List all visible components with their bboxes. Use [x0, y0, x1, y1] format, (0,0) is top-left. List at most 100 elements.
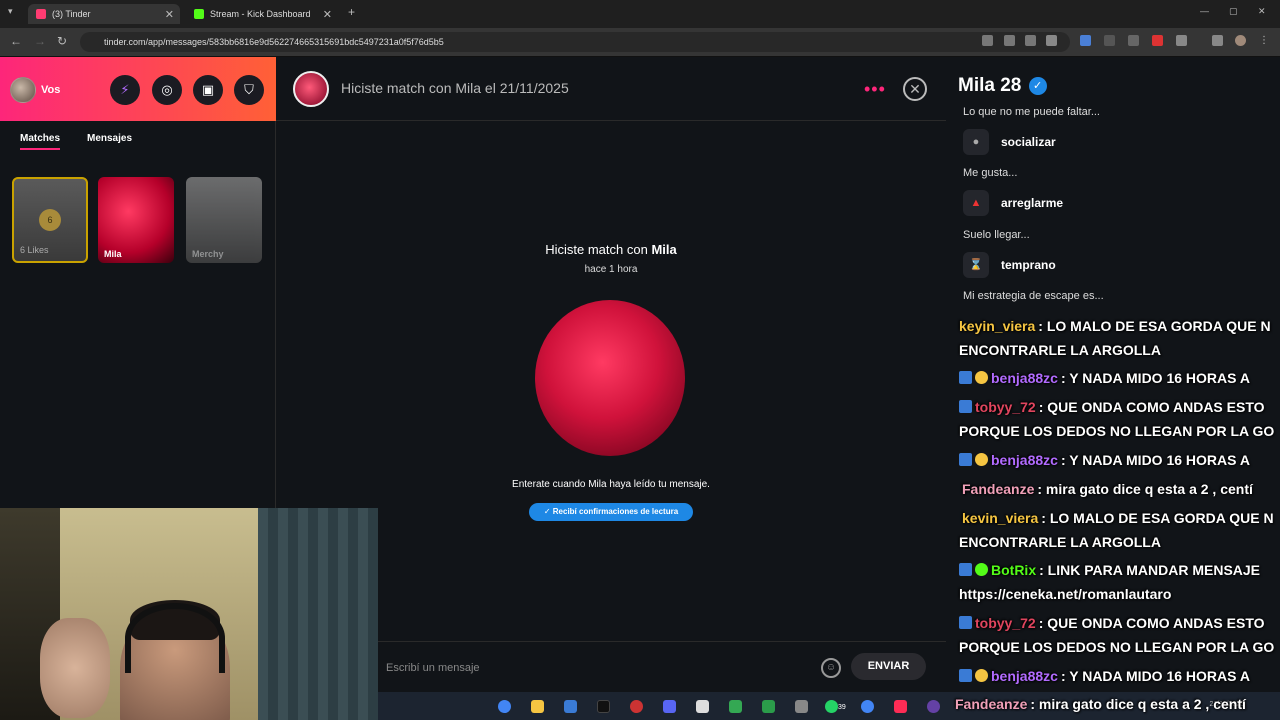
coin-badge-icon: [975, 453, 988, 466]
my-name[interactable]: Vos: [41, 84, 60, 96]
tiktok-studio-taskbar-icon[interactable]: [894, 700, 907, 713]
minimize-icon[interactable]: —: [1200, 6, 1209, 16]
chat-message: BotRix: LINK PARA MANDAR MENSAJE: [959, 562, 1260, 578]
chat-username: kevin_viera: [962, 510, 1039, 526]
screen: ▾ (3) Tinder ✕ Stream - Kick Dashboard ✕…: [0, 0, 1280, 720]
folder-taskbar-icon[interactable]: [531, 700, 544, 713]
app-taskbar-icon[interactable]: [795, 700, 808, 713]
media-icon[interactable]: [1212, 35, 1223, 46]
match-time: hace 1 hora: [584, 264, 638, 275]
extension-icon[interactable]: [1128, 35, 1139, 46]
more-options-icon[interactable]: •••: [864, 79, 886, 100]
close-tab-icon[interactable]: ✕: [165, 8, 174, 21]
puzzle-icon[interactable]: [1176, 35, 1187, 46]
forward-icon[interactable]: →: [34, 34, 46, 48]
back-icon[interactable]: ←: [10, 34, 22, 48]
tab-list-icon[interactable]: ▾: [8, 6, 13, 17]
chrome-taskbar-icon[interactable]: [861, 700, 874, 713]
location-icon[interactable]: [982, 35, 993, 46]
chat-text: PORQUE LOS DEDOS NO LLEGAN POR LA GO: [959, 423, 1275, 439]
app-taskbar-icon[interactable]: [927, 700, 940, 713]
match-title-name: Mila: [651, 242, 677, 257]
chat-message: kevin_viera: LO MALO DE ESA GORDA QUE N: [962, 510, 1274, 526]
webcam-overlay: [0, 508, 378, 720]
tab-matches[interactable]: Matches: [20, 133, 61, 150]
profile-section-label: Mi estrategia de escape es...: [963, 290, 1104, 302]
zoom-icon[interactable]: [1025, 35, 1036, 46]
chat-text: : Y NADA MIDO 16 HORAS A: [1060, 668, 1250, 684]
message-input[interactable]: [386, 657, 806, 679]
chat-text: : QUE ONDA COMO ANDAS ESTO: [1038, 615, 1265, 631]
read-receipt-button[interactable]: ✓ Recibí confirmaciones de lectura: [529, 503, 693, 521]
whatsapp-badge: 39: [838, 704, 846, 711]
match-photo[interactable]: [535, 300, 685, 456]
headset: [125, 603, 225, 673]
close-conversation-button[interactable]: ✕: [903, 77, 927, 101]
verified-badge-icon: ✓: [1028, 77, 1047, 95]
extension-icon[interactable]: [1104, 35, 1115, 46]
tab-mensajes[interactable]: Mensajes: [87, 133, 132, 144]
record-extension-icon[interactable]: [1152, 35, 1163, 46]
chat-text: https://ceneka.net/romanlautaro: [959, 586, 1172, 602]
read-receipt-text: Enterate cuando Mila haya leído tu mensa…: [512, 479, 710, 490]
my-avatar[interactable]: [10, 77, 36, 103]
hourglass-icon: ⌛: [963, 252, 989, 278]
shield-icon[interactable]: ⛉: [234, 75, 264, 105]
new-tab-button[interactable]: +: [348, 5, 355, 19]
explore-icon[interactable]: ◎: [152, 75, 182, 105]
chat-message: keyin_viera: LO MALO DE ESA GORDA QUE N: [959, 318, 1271, 334]
close-window-icon[interactable]: ✕: [1258, 6, 1266, 17]
chat-text: PORQUE LOS DEDOS NO LLEGAN POR LA GO: [959, 639, 1275, 655]
conversation-header: Hiciste match con Mila el 21/11/2025 •••…: [276, 57, 946, 121]
obs-taskbar-icon[interactable]: [630, 700, 643, 713]
whatsapp-taskbar-icon[interactable]: [825, 700, 838, 713]
coin-badge-icon: [975, 371, 988, 384]
close-tab-icon[interactable]: ✕: [323, 8, 332, 21]
send-button[interactable]: ENVIAR: [851, 653, 926, 680]
maximize-icon[interactable]: ▢: [1229, 6, 1238, 17]
chat-message: Fandeanze: mira gato dice q esta a 2 , c…: [962, 481, 1253, 497]
tiktok-taskbar-icon[interactable]: [597, 700, 610, 713]
streamer-hand: [40, 618, 110, 718]
app-taskbar-icon[interactable]: [696, 700, 709, 713]
emoji-icon[interactable]: ☺: [821, 658, 841, 678]
chat-text: : Y NADA MIDO 16 HORAS A: [1060, 452, 1250, 468]
likes-label: 6 Likes: [20, 245, 49, 255]
drive-taskbar-icon[interactable]: [729, 700, 742, 713]
address-bar[interactable]: tinder.com/app/messages/583bb6816e9d5622…: [80, 32, 1070, 52]
chat-username: Fandeanze: [955, 696, 1028, 712]
briefcase-icon[interactable]: ▣: [193, 75, 223, 105]
reload-icon[interactable]: ↻: [57, 34, 67, 48]
app-taskbar-icon[interactable]: [564, 700, 577, 713]
profile-avatar-icon[interactable]: [1235, 35, 1246, 46]
coin-badge-icon: [975, 669, 988, 682]
boost-icon[interactable]: ⚡: [110, 75, 140, 105]
chat-text: : Y NADA MIDO 16 HORAS A: [1060, 370, 1250, 386]
chat-message: benja88zc: Y NADA MIDO 16 HORAS A: [959, 370, 1250, 386]
menu-icon[interactable]: ⋮: [1259, 35, 1270, 46]
match-avatar[interactable]: [293, 71, 329, 107]
chrome-taskbar-icon[interactable]: [498, 700, 511, 713]
match-card-merchy[interactable]: Merchy: [186, 177, 262, 263]
match-card-mila[interactable]: Mila: [98, 177, 174, 263]
profile-chip: ● socializar: [963, 129, 1056, 155]
url-text: tinder.com/app/messages/583bb6816e9d5622…: [104, 37, 444, 47]
chat-username: benja88zc: [991, 370, 1058, 386]
bookmark-star-icon[interactable]: [1046, 35, 1057, 46]
translate-extension-icon[interactable]: [1080, 35, 1091, 46]
chat-message: benja88zc: Y NADA MIDO 16 HORAS A: [959, 452, 1250, 468]
chat-text: : mira gato dice q esta a 2 , centí: [1030, 696, 1246, 712]
install-icon[interactable]: [1004, 35, 1015, 46]
tab-tinder[interactable]: (3) Tinder ✕: [28, 4, 180, 24]
profile-chip-value: socializar: [1001, 135, 1056, 149]
subscriber-badge-icon: [959, 669, 972, 682]
profile-name: Mila 28 ✓: [958, 75, 1047, 97]
webcam-background-curtain: [258, 508, 378, 720]
browser-tab-bar: ▾ (3) Tinder ✕ Stream - Kick Dashboard ✕…: [0, 0, 1280, 28]
app-taskbar-icon[interactable]: [762, 700, 775, 713]
likes-card[interactable]: 6 6 Likes: [12, 177, 88, 263]
chat-username: tobyy_72: [975, 615, 1036, 631]
chat-message: tobyy_72: QUE ONDA COMO ANDAS ESTO: [959, 615, 1265, 631]
tab-kick-dashboard[interactable]: Stream - Kick Dashboard ✕: [186, 4, 338, 24]
discord-taskbar-icon[interactable]: [663, 700, 676, 713]
